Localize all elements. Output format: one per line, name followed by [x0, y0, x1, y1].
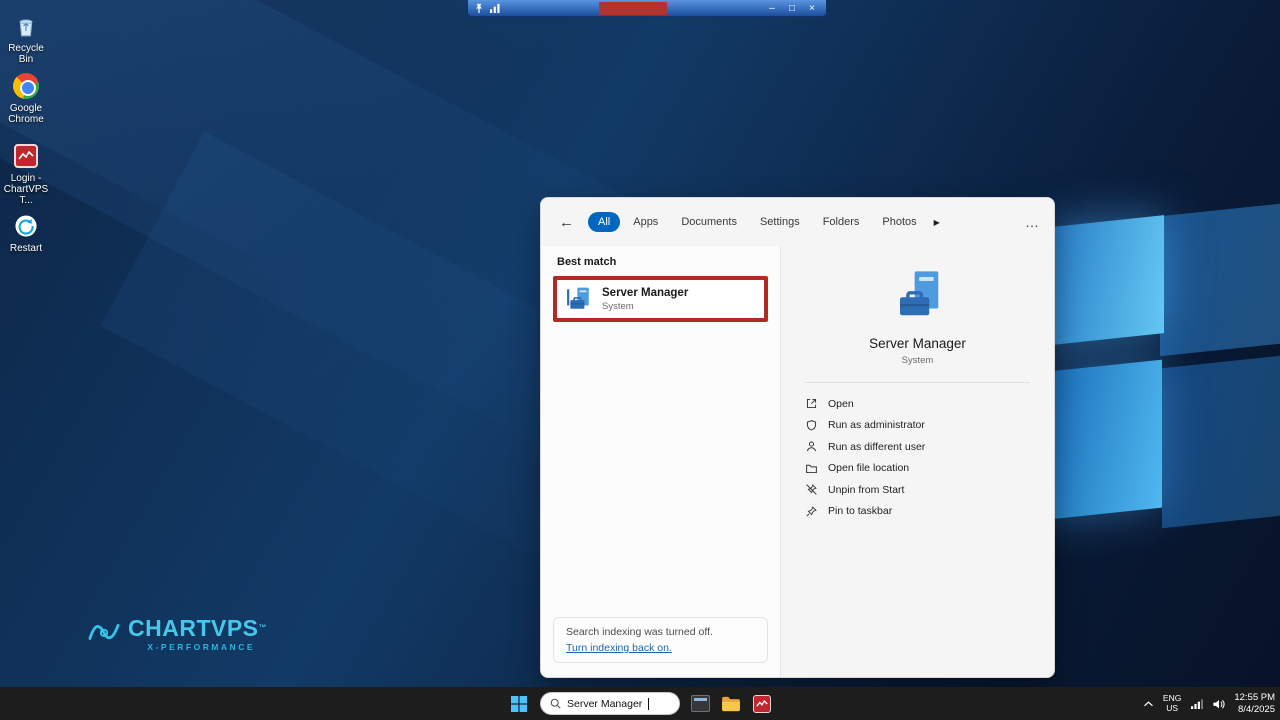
chartvps-login-icon [12, 142, 40, 170]
more-options-icon[interactable]: … [1025, 214, 1040, 230]
console-window-icon [691, 695, 710, 712]
action-pin-to-taskbar[interactable]: Pin to taskbar [805, 501, 1030, 523]
folder-icon [721, 696, 741, 712]
network-icon[interactable] [1190, 698, 1203, 709]
brand-name: CHARTVPS™ [128, 616, 267, 640]
desktop-icon-label: Google Chrome [0, 103, 52, 125]
taskbar: Server Manager ENG US [0, 687, 1280, 720]
search-header: ← All Apps Documents Settings Folders Ph… [541, 198, 1054, 246]
pin-icon [805, 505, 818, 518]
preview-title: Server Manager [869, 336, 966, 351]
wallpaper-pane [1162, 356, 1280, 528]
search-input-value: Server Manager [567, 698, 642, 710]
preview-pane: Server Manager System Open Run as admini… [781, 246, 1054, 677]
action-open-file-location[interactable]: Open file location [805, 458, 1030, 480]
text-caret [648, 698, 649, 710]
server-manager-icon-large [891, 268, 945, 322]
taskbar-search-input[interactable]: Server Manager [540, 692, 680, 715]
start-button[interactable] [507, 692, 531, 716]
action-label: Run as administrator [828, 419, 925, 431]
action-label: Run as different user [828, 441, 925, 453]
action-label: Open file location [828, 462, 909, 474]
redaction-overlay [599, 2, 667, 15]
desktop-icon-login-chartvps[interactable]: Login - ChartVPS T... [0, 142, 52, 206]
back-icon[interactable]: ← [559, 214, 574, 231]
search-icon [550, 698, 561, 709]
tray-time: 12:55 PM [1234, 692, 1275, 704]
chartvps-brand: CHARTVPS™ X-PERFORMANCE [88, 616, 267, 652]
preview-subtitle: System [902, 355, 934, 366]
rdp-restore-button[interactable]: □ [784, 2, 800, 15]
chrome-icon [12, 72, 40, 100]
action-open[interactable]: Open [805, 393, 1030, 415]
indexing-notice: Search indexing was turned off. Turn ind… [553, 617, 768, 663]
action-label: Unpin from Start [828, 484, 904, 496]
wallpaper-pane [1040, 360, 1162, 521]
context-actions: Open Run as administrator Run as differe… [805, 393, 1030, 522]
desktop-icon-label: Restart [0, 243, 52, 254]
pin-icon[interactable] [474, 3, 484, 14]
tab-documents[interactable]: Documents [671, 212, 747, 232]
chartvps-logo-icon [88, 616, 120, 646]
desktop-icon-label: Recycle Bin [0, 43, 52, 65]
open-icon [805, 397, 818, 410]
desktop-icon-recycle-bin[interactable]: Recycle Bin [0, 12, 52, 65]
rdp-close-button[interactable]: × [804, 2, 820, 15]
best-match-server-manager[interactable]: Server Manager System [553, 276, 768, 322]
taskbar-app-file-explorer[interactable] [720, 693, 742, 715]
search-filter-tabs: All Apps Documents Settings Folders Phot… [588, 212, 940, 232]
admin-shield-icon [805, 419, 818, 432]
rdp-connection-bar[interactable]: – □ × [467, 0, 827, 17]
wallpaper-pane [1160, 204, 1280, 357]
action-run-as-administrator[interactable]: Run as administrator [805, 415, 1030, 437]
taskbar-app-chartvps[interactable] [751, 693, 773, 715]
user-icon [805, 440, 818, 453]
language-indicator[interactable]: ENG US [1163, 694, 1181, 713]
windows-logo-icon [510, 695, 528, 713]
tray-chevron-up-icon[interactable] [1143, 700, 1154, 708]
volume-icon[interactable] [1212, 698, 1225, 710]
desktop: Recycle Bin Google Chrome Login - ChartV… [0, 0, 1280, 720]
language-region: US [1163, 704, 1181, 714]
chartvps-app-icon [753, 695, 771, 713]
recycle-bin-icon [12, 12, 40, 40]
desktop-icon-restart[interactable]: Restart [0, 212, 52, 254]
tabs-overflow-icon[interactable]: ▶ [934, 218, 940, 227]
folder-icon [805, 462, 818, 475]
signal-icon [490, 3, 501, 13]
action-label: Open [828, 398, 854, 410]
action-unpin-from-start[interactable]: Unpin from Start [805, 479, 1030, 501]
tab-all[interactable]: All [588, 212, 620, 232]
desktop-icon-label: Login - ChartVPS T... [0, 173, 52, 206]
clock[interactable]: 12:55 PM 8/4/2025 [1234, 692, 1275, 715]
best-match-subtitle: System [602, 301, 688, 312]
tray-date: 8/4/2025 [1234, 704, 1275, 716]
server-manager-icon [566, 286, 592, 312]
indexing-link[interactable]: Turn indexing back on. [566, 642, 755, 654]
brand-subtitle: X-PERFORMANCE [128, 642, 267, 652]
divider [805, 382, 1030, 383]
taskbar-app-console[interactable] [689, 693, 711, 715]
trademark-symbol: ™ [259, 623, 268, 632]
tab-settings[interactable]: Settings [750, 212, 810, 232]
best-match-title: Server Manager [602, 287, 688, 299]
indexing-message: Search indexing was turned off. [566, 626, 755, 638]
desktop-icon-google-chrome[interactable]: Google Chrome [0, 72, 52, 125]
tab-photos[interactable]: Photos [872, 212, 926, 232]
tab-apps[interactable]: Apps [623, 212, 668, 232]
search-results-column: Best match Server Manager System [541, 246, 781, 677]
restart-icon [12, 212, 40, 240]
rdp-minimize-button[interactable]: – [764, 2, 780, 15]
unpin-icon [805, 483, 818, 496]
action-run-as-different-user[interactable]: Run as different user [805, 436, 1030, 458]
action-label: Pin to taskbar [828, 505, 892, 517]
search-flyout: ← All Apps Documents Settings Folders Ph… [540, 197, 1055, 678]
tab-folders[interactable]: Folders [813, 212, 870, 232]
section-title: Best match [557, 256, 768, 268]
rdp-title-area [507, 2, 758, 15]
